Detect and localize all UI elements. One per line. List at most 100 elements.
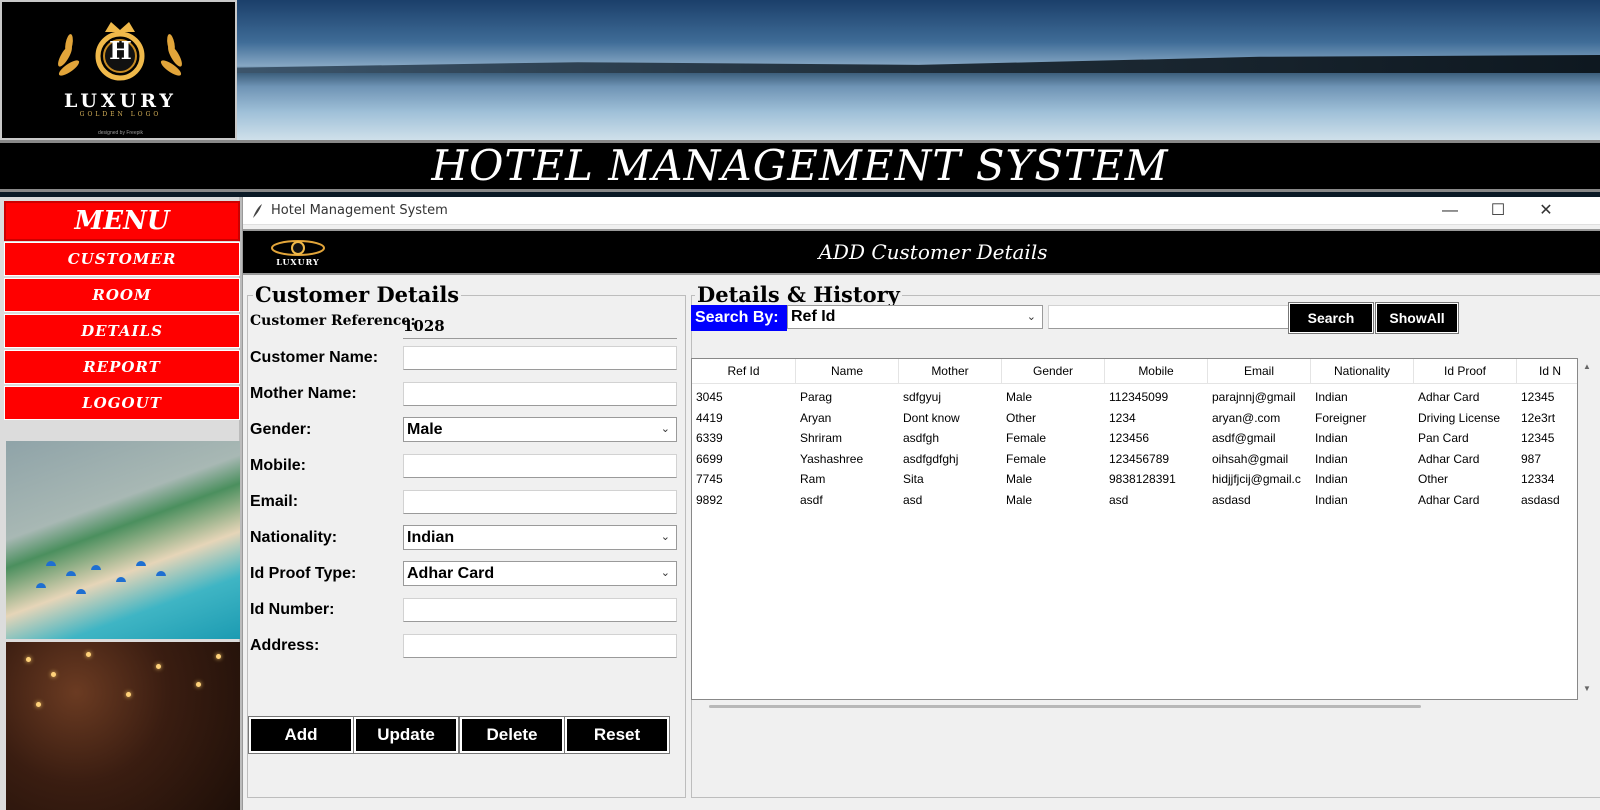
table-row[interactable]: 7745 Ram Sita Male 9838128391 hidjjfjcij@gmai… (692, 469, 1577, 489)
window-titlebar[interactable]: Hotel Management System — ☐ ✕ (243, 197, 1600, 225)
lake-shore (237, 55, 1600, 73)
hotel-logo: H LUXURY GOLDEN LOGO designed by Freepik (0, 0, 237, 140)
horizontal-scrollbar[interactable] (709, 705, 1421, 708)
window-header-title: ADD Customer Details (818, 240, 1048, 264)
table-cell: 123456 (1109, 431, 1150, 446)
id-proof-select[interactable]: Adhar Card ⌄ (403, 561, 677, 586)
column-header[interactable]: Mobile (1105, 359, 1208, 384)
id-proof-select-value: Adhar Card (407, 565, 495, 582)
menu-room-button[interactable]: ROOM (4, 278, 240, 312)
column-header[interactable]: Nationality (1311, 359, 1414, 384)
address-input[interactable] (403, 634, 677, 658)
customer-name-input[interactable] (403, 346, 677, 370)
customer-details-heading: Customer Details (253, 282, 462, 307)
table-cell: Foreigner (1315, 410, 1367, 425)
table-cell: Dont know (903, 410, 960, 425)
party-dinner-photo (6, 642, 240, 810)
gender-select[interactable]: Male ⌄ (403, 417, 677, 442)
chevron-down-icon: ⌄ (1026, 311, 1036, 323)
table-row[interactable]: 6699 Yashashree asdfgdfghj Female 123456789 o… (692, 449, 1577, 469)
table-row[interactable]: 4419 Aryan Dont know Other 1234 aryan@.com For… (692, 408, 1577, 428)
table-cell: 123456789 (1109, 451, 1170, 466)
table-cell: Driving License (1418, 410, 1501, 425)
table-cell: 112345099 (1109, 390, 1169, 404)
mobile-input[interactable] (403, 454, 677, 478)
table-cell: Indian (1315, 431, 1348, 446)
address-label: Address: (250, 637, 320, 654)
table-row[interactable]: 6339 Shriram asdfgh Female 123456 asdf@gmail I… (692, 428, 1577, 448)
logo-letter: H (109, 36, 132, 65)
update-button[interactable]: Update (353, 716, 459, 754)
reset-button[interactable]: Reset (564, 716, 670, 754)
table-cell: oihsah@gmail (1212, 451, 1289, 466)
table-cell: 6339 (696, 431, 723, 446)
table-cell: 1234 (1109, 410, 1136, 425)
column-header[interactable]: Mother (899, 359, 1002, 384)
table-cell: Yashashree (800, 451, 864, 466)
logo-credit: designed by Freepik (97, 130, 144, 136)
search-input[interactable] (1048, 305, 1291, 329)
table-row[interactable]: 3045 Parag sdfgyuj Male 112345099 parajnnj@gm… (692, 387, 1577, 407)
search-by-select[interactable]: Ref Id ⌄ (787, 305, 1043, 329)
menu-header: MENU (4, 201, 240, 241)
table-cell: asd (1109, 493, 1129, 507)
menu-customer-button[interactable]: CUSTOMER (4, 242, 240, 276)
search-by-label: Search By: (691, 305, 787, 331)
close-icon[interactable]: ✕ (1523, 197, 1569, 225)
window-title: Hotel Management System (271, 203, 448, 218)
chevron-down-icon: ⌄ (660, 531, 670, 543)
column-header[interactable]: Id Proof (1414, 359, 1517, 384)
column-header[interactable]: Ref Id (692, 359, 796, 384)
table-cell: asdasd (1521, 493, 1560, 507)
nationality-select-value: Indian (407, 529, 455, 546)
feather-icon (253, 204, 262, 218)
email-input[interactable] (403, 490, 677, 514)
table-cell: Ram (800, 472, 826, 487)
table-cell: Male (1006, 472, 1033, 487)
side-menu: MENU CUSTOMER ROOM DETAILS REPORT LOGOUT (0, 197, 242, 810)
table-cell: 4419 (696, 410, 723, 425)
search-button[interactable]: Search (1288, 302, 1374, 334)
maximize-icon[interactable]: ☐ (1475, 197, 1521, 225)
table-cell: Adhar Card (1418, 451, 1480, 466)
add-button[interactable]: Add (248, 716, 354, 754)
menu-report-button[interactable]: REPORT (4, 350, 240, 384)
column-header[interactable]: Gender (1002, 359, 1105, 384)
scroll-down-icon[interactable]: ▼ (1583, 684, 1591, 693)
nationality-select[interactable]: Indian ⌄ (403, 525, 677, 550)
table-cell: Female (1006, 431, 1047, 446)
table-cell: 12345 (1521, 390, 1555, 404)
table-cell: asdf@gmail (1212, 431, 1276, 446)
table-cell: asdf (800, 493, 823, 507)
table-row[interactable]: 9892 asdf asd Male asd asdasd Indian Adhar Card… (692, 490, 1577, 510)
minimize-icon[interactable]: — (1427, 197, 1473, 225)
table-cell: 12334 (1521, 472, 1555, 487)
details-history-heading: Details & History (695, 282, 902, 307)
vertical-scrollbar[interactable]: ▲ ▼ (1580, 358, 1594, 700)
menu-details-button[interactable]: DETAILS (4, 314, 240, 348)
id-number-input[interactable] (403, 598, 677, 622)
table-cell: Adhar Card (1418, 493, 1480, 507)
mother-name-label: Mother Name: (250, 385, 357, 402)
column-header[interactable]: Name (796, 359, 899, 384)
menu-logout-button[interactable]: LOGOUT (4, 386, 240, 420)
table-cell: Female (1006, 451, 1047, 466)
table-cell: 9838128391 (1109, 472, 1176, 487)
email-label: Email: (250, 493, 299, 510)
table-cell: 12e3rt (1521, 410, 1556, 425)
scroll-up-icon[interactable]: ▲ (1583, 362, 1591, 371)
table-cell: hidjjfjcij@gmail.c (1212, 472, 1301, 487)
logo-wordmark: LUXURY (64, 90, 177, 112)
customer-table: Ref Id Name Mother Gender Mobile Email N… (691, 358, 1578, 700)
beach-resort-photo (6, 441, 240, 639)
chevron-down-icon: ⌄ (660, 567, 670, 579)
column-header[interactable]: Id N (1517, 359, 1577, 384)
table-cell: Adhar Card (1418, 390, 1480, 404)
table-cell: 987 (1521, 451, 1542, 466)
delete-button[interactable]: Delete (459, 716, 565, 754)
column-header[interactable]: Email (1208, 359, 1311, 384)
table-cell: Male (1006, 493, 1033, 507)
show-all-button[interactable]: ShowAll (1375, 302, 1459, 334)
nationality-label: Nationality: (250, 529, 338, 546)
mother-name-input[interactable] (403, 382, 677, 406)
